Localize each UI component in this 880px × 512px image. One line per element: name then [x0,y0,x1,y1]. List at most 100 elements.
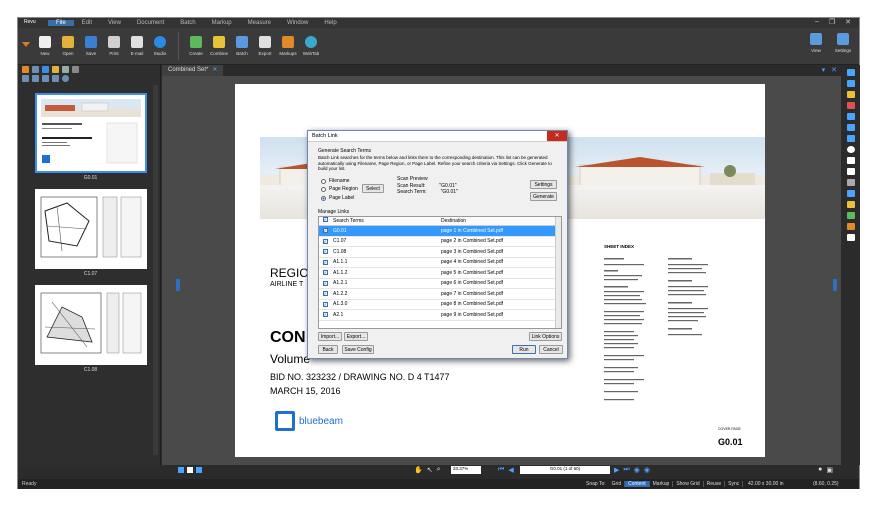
zoom-icon[interactable]: ⌕ [437,466,441,474]
thumbnail-c107[interactable]: C1.07 [34,189,147,277]
combine-button[interactable]: Combine [208,36,230,56]
callout-icon[interactable] [846,223,855,230]
select-icon[interactable]: ↖ [427,466,433,474]
menu-document[interactable]: Document [129,20,172,26]
table-row[interactable]: ✓ G0.01 page 1 in Combined Set.pdf [319,226,561,237]
back-button[interactable]: Back [318,345,338,354]
table-row[interactable]: ✓ A1.2.1 page 6 in Combined Set.pdf [319,279,561,289]
select-button[interactable]: Select [362,184,384,193]
cancel-button[interactable]: Cancel [539,345,563,354]
table-row[interactable]: ✓ A1.1.2 page 5 in Combined Set.pdf [319,268,561,279]
zoom-out-icon[interactable] [22,75,29,82]
menu-edit[interactable]: Edit [74,20,100,26]
close-tab-icon[interactable]: ✕ [831,66,837,74]
option-page-label[interactable]: Page Label [321,195,354,201]
toggle-show-grid[interactable]: Show Grid [673,481,704,487]
cloud-icon[interactable] [846,113,855,120]
stamp-icon[interactable] [846,179,855,186]
menu-markup[interactable]: Markup [204,20,240,26]
last-page-icon[interactable]: ⏭ [623,466,629,474]
option-filename[interactable]: Filename [321,178,350,184]
menu-help[interactable]: Help [316,20,344,26]
back-view-icon[interactable]: ◉ [634,466,640,474]
clip-icon[interactable] [72,66,79,73]
menu-batch[interactable]: Batch [172,20,203,26]
save-button[interactable]: Save [80,36,102,56]
menu-measure[interactable]: Measure [240,20,279,26]
menu-window[interactable]: Window [279,20,316,26]
header-search-terms[interactable]: Search Terms [331,217,441,225]
create-button[interactable]: Create [185,36,207,56]
collapse-right-handle[interactable] [833,279,837,291]
links-table-scrollbar[interactable] [555,217,561,328]
zoom-in-icon[interactable] [32,75,39,82]
minimize-icon[interactable]: – [815,18,819,26]
row-checkbox[interactable]: ✓ [322,291,328,297]
split-view-icon[interactable] [196,467,202,473]
settings-dialog-button[interactable]: Settings [530,180,557,189]
text-icon[interactable] [846,69,855,76]
row-checkbox[interactable]: ✓ [322,259,328,265]
quick-access-icon[interactable] [22,42,30,50]
restore-icon[interactable]: ❐ [829,18,835,26]
prev-page-icon[interactable]: ◀ [508,466,513,474]
image-icon[interactable] [846,212,855,219]
row-checkbox[interactable]: ✓ [322,238,328,244]
thumbnails-icon[interactable] [42,66,49,73]
tab-list-icon[interactable]: ▾ [822,66,826,74]
gear-icon[interactable] [62,75,69,82]
dimension-icon[interactable] [846,234,855,241]
table-row[interactable]: ✓ A1.3.0 page 8 in Combined Set.pdf [319,300,561,310]
row-checkbox[interactable]: ✓ [322,280,328,286]
export-button[interactable]: Export [254,36,276,56]
tab-combined-set[interactable]: Combined Set* ✕ [162,65,224,76]
studio-button[interactable]: Studio [149,36,171,56]
thumbnail-c108[interactable]: C1.08 [34,285,147,373]
note-icon[interactable] [846,201,855,208]
radio-page-label[interactable] [321,195,326,201]
email-button[interactable]: E-mail [126,36,148,56]
header-checkbox[interactable]: ✓ [322,217,328,222]
single-page-icon[interactable] [178,467,184,473]
radio-page-region[interactable] [321,186,326,192]
export-links-button[interactable]: Export... [344,332,368,341]
next-page-icon[interactable]: ▶ [614,466,619,474]
polygon-icon[interactable] [846,168,855,175]
lock-icon[interactable]: ▣ [826,466,833,474]
hand-icon[interactable]: ✋ [414,466,423,474]
layers-icon[interactable] [62,66,69,73]
ellipse-icon[interactable] [846,146,855,153]
user-icon[interactable]: ● [818,466,822,474]
toggle-sync[interactable]: Sync [725,481,744,487]
bookmarks-icon[interactable] [52,66,59,73]
import-button[interactable]: Import... [318,332,342,341]
continuous-icon[interactable] [187,467,193,473]
view-button[interactable]: View [805,33,827,53]
open-button[interactable]: Open [57,36,79,56]
arrow-icon[interactable] [846,135,855,142]
row-checkbox[interactable]: ✓ [322,301,328,307]
new-button[interactable]: New [34,36,56,56]
line-icon[interactable] [846,124,855,131]
batch-button[interactable]: Batch [231,36,253,56]
pen-icon[interactable] [32,66,39,73]
menu-file[interactable]: File [48,20,74,26]
generate-button[interactable]: Generate [530,192,557,201]
tab-close-icon[interactable]: ✕ [212,65,217,76]
table-row[interactable]: ✓ A1.1.1 page 4 in Combined Set.pdf [319,258,561,268]
page-input[interactable]: G0.01 (1 of 60) [520,466,610,474]
table-row[interactable]: ✓ A1.2.2 page 7 in Combined Set.pdf [319,289,561,300]
markups-button[interactable]: Markups [277,36,299,56]
header-destination[interactable]: Destination [441,217,551,225]
webtab-button[interactable]: WebTab [300,36,322,56]
grid-icon[interactable] [52,75,59,82]
pen-tool-icon[interactable] [846,80,855,87]
table-row[interactable]: ✓ C1.07 page 2 in Combined Set.pdf [319,237,561,247]
run-button[interactable]: Run [512,345,536,354]
close-icon[interactable]: ✕ [845,18,851,26]
dialog-close-button[interactable]: ✕ [547,131,567,141]
row-checkbox[interactable]: ✓ [322,270,328,276]
toggle-markup[interactable]: Markup [650,481,674,487]
settings-button[interactable]: Settings [832,33,854,53]
option-page-region[interactable]: Page Region [321,186,358,192]
